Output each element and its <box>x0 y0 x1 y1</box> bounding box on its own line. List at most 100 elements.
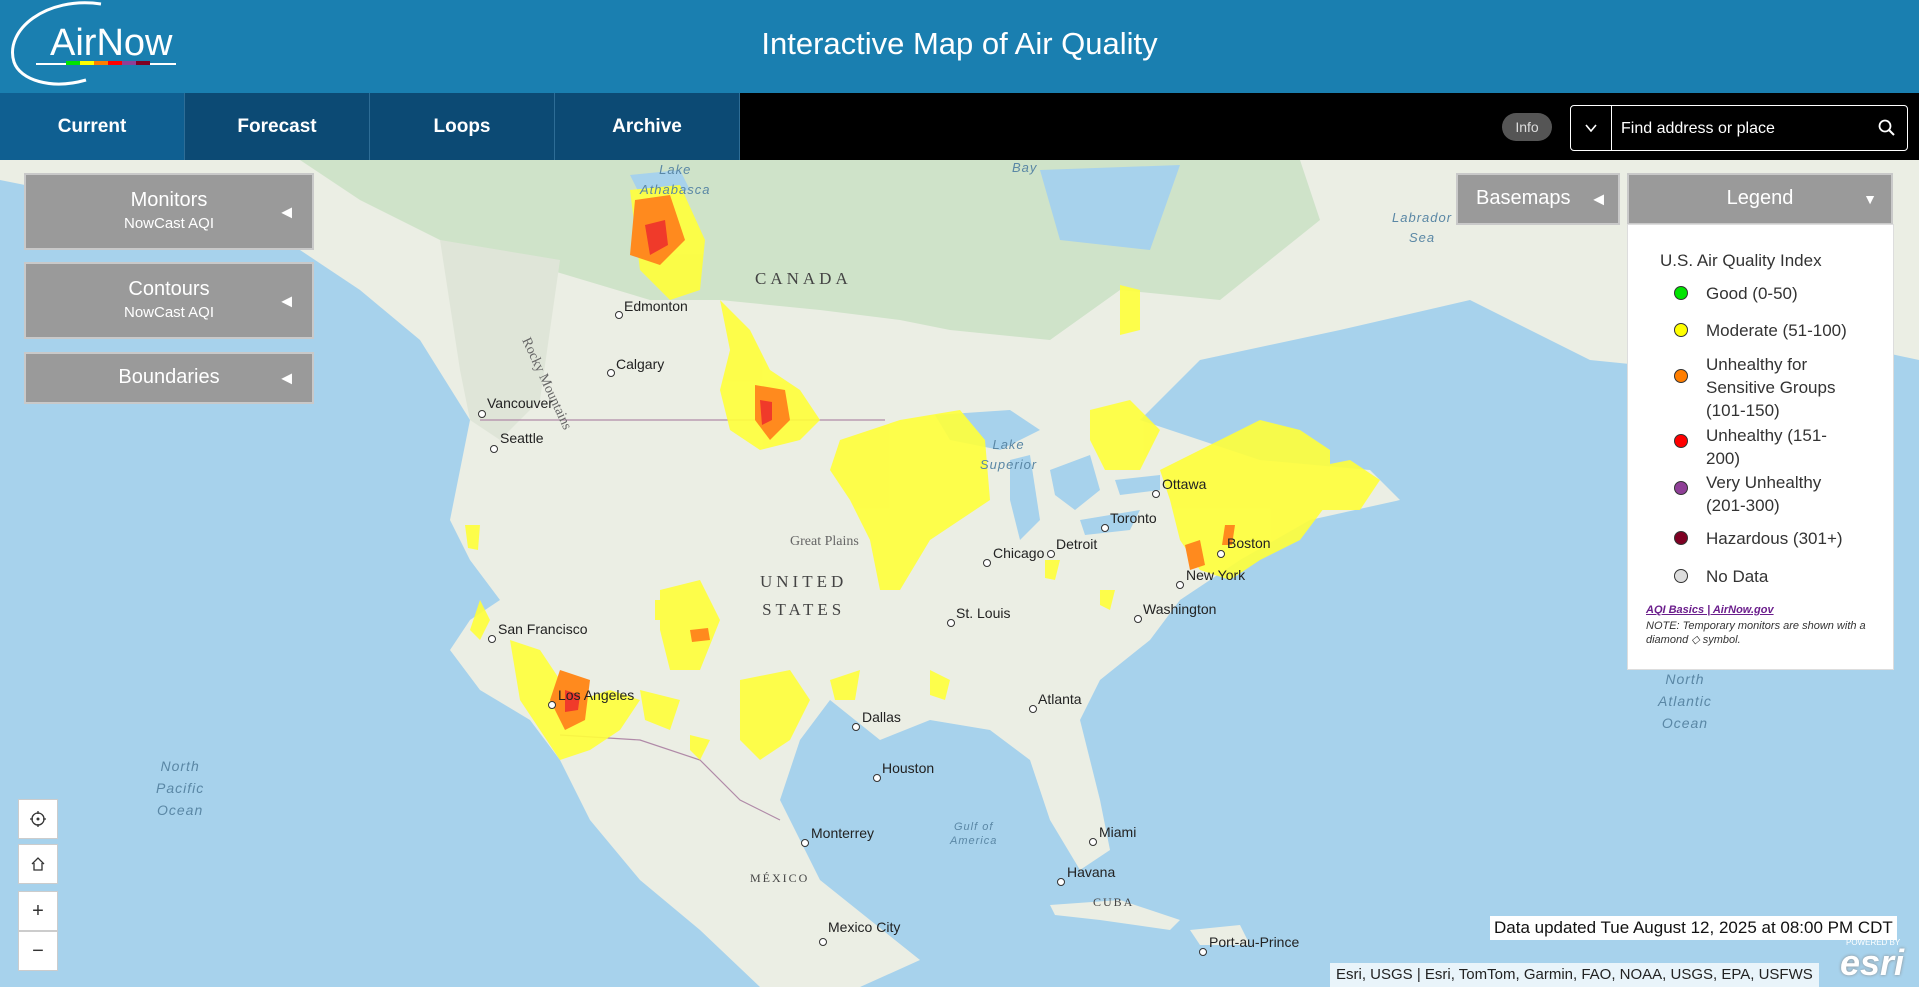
zoom-in-button[interactable]: + <box>18 891 58 931</box>
monitors-subtitle: NowCast AQI <box>123 215 215 232</box>
legend-label: No Data <box>1706 567 1769 586</box>
city-dot <box>1089 838 1097 846</box>
legend-swatch <box>1674 481 1688 495</box>
chevron-down-icon <box>1585 124 1597 132</box>
search-box <box>1570 105 1908 152</box>
search-source-dropdown[interactable] <box>1571 106 1612 150</box>
tab-archive[interactable]: Archive <box>555 93 740 160</box>
city-label-st-louis: St. Louis <box>956 605 1011 621</box>
city-label-chicago: Chicago <box>993 545 1045 561</box>
city-dot <box>801 839 809 847</box>
city-dot <box>1057 878 1065 886</box>
city-dot <box>1217 550 1225 558</box>
legend-label: Good (0-50) <box>1706 284 1798 303</box>
city-label-vancouver: Vancouver <box>487 395 553 411</box>
legend-heading: U.S. Air Quality Index <box>1660 251 1822 270</box>
legend-item-good: Good (0-50) <box>1674 282 1866 305</box>
monitors-title: Monitors <box>130 189 208 211</box>
tab-loops[interactable]: Loops <box>370 93 555 160</box>
city-dot <box>873 774 881 782</box>
esri-logo[interactable]: POWERED BY esri <box>1836 938 1916 986</box>
label-labrador-sea: Labrador Sea <box>1392 210 1453 245</box>
caret-left-icon: ◀ <box>1593 190 1604 207</box>
search-input[interactable] <box>1619 106 1863 152</box>
city-label-dallas: Dallas <box>862 709 901 725</box>
city-label-monterrey: Monterrey <box>811 825 875 841</box>
city-dot <box>819 938 827 946</box>
city-dot <box>1047 550 1055 558</box>
city-label-port-au-prince: Port-au-Prince <box>1209 934 1300 950</box>
boundaries-title: Boundaries <box>118 366 220 388</box>
city-dot <box>607 369 615 377</box>
home-icon <box>31 857 45 871</box>
aqi-basics-link[interactable]: AQI Basics | AirNow.gov <box>1646 604 1774 616</box>
home-button[interactable] <box>18 844 58 884</box>
zoom-out-button[interactable]: − <box>18 931 58 971</box>
boundaries-panel-button[interactable]: Boundaries ◀ <box>24 352 314 404</box>
data-updated-text: Data updated Tue August 12, 2025 at 08:0… <box>1490 916 1897 940</box>
city-dot <box>1101 524 1109 532</box>
city-label-washington: Washington <box>1143 601 1217 617</box>
label-cuba: CUBA <box>1093 895 1135 909</box>
legend-note: NOTE: Temporary monitors are shown with … <box>1646 620 1866 646</box>
city-label-seattle: Seattle <box>500 430 544 446</box>
esri-wordmark: esri <box>1840 942 1905 983</box>
city-label-san-francisco: San Francisco <box>498 621 588 637</box>
city-dot <box>488 635 496 643</box>
city-dot <box>983 559 991 567</box>
legend-swatch <box>1674 531 1688 545</box>
city-dot <box>1134 615 1142 623</box>
label-north-atlantic-ocean: North Atlantic Ocean <box>1658 671 1712 731</box>
basemaps-panel-button[interactable]: Basemaps ◀ <box>1456 173 1620 225</box>
caret-left-icon: ◀ <box>281 292 292 308</box>
legend-item-very-unhealthy: Very Unhealthy (201-300) <box>1674 471 1856 517</box>
legend-swatch <box>1674 323 1688 337</box>
city-dot <box>490 445 498 453</box>
tab-current[interactable]: Current <box>0 93 185 160</box>
contours-title: Contours <box>128 278 210 300</box>
legend-panel-button[interactable]: Legend ▼ <box>1627 173 1893 225</box>
city-label-toronto: Toronto <box>1110 510 1157 526</box>
caret-left-icon: ◀ <box>281 203 292 219</box>
city-label-mexico-city: Mexico City <box>828 919 901 935</box>
tab-forecast[interactable]: Forecast <box>185 93 370 160</box>
city-label-miami: Miami <box>1099 824 1137 840</box>
locate-button[interactable] <box>18 799 58 839</box>
legend-label: Unhealthy for Sensitive Groups (101-150) <box>1706 355 1836 420</box>
legend-item-no-data: No Data <box>1674 565 1866 588</box>
legend-swatch <box>1674 286 1688 300</box>
city-dot <box>615 311 623 319</box>
city-label-atlanta: Atlanta <box>1038 691 1082 707</box>
city-label-los-angeles: Los Angeles <box>558 687 635 703</box>
monitors-panel-button[interactable]: Monitors NowCast AQI ◀ <box>24 173 314 250</box>
label-gulf-of-america: Gulf of America <box>950 821 998 847</box>
info-button[interactable]: Info <box>1502 113 1552 141</box>
city-dot <box>548 701 556 709</box>
label-lake-superior: Lake Superior <box>980 437 1038 472</box>
header-bar: AirNow Interactive Map of Air Quality <box>0 0 1919 93</box>
plus-icon: + <box>32 899 44 922</box>
crosshair-icon <box>30 811 46 827</box>
city-dot <box>1152 490 1160 498</box>
city-label-boston: Boston <box>1227 535 1271 551</box>
legend-label: Moderate (51-100) <box>1706 321 1847 340</box>
label-united-states: UNITED STATES <box>760 572 848 619</box>
search-icon[interactable] <box>1877 118 1897 138</box>
legend-item-usg: Unhealthy for Sensitive Groups (101-150) <box>1674 353 1856 422</box>
legend-swatch <box>1674 369 1688 383</box>
label-lake-athabasca: Lake Athabasca <box>640 162 711 197</box>
label-canada: CANADA <box>755 269 852 288</box>
city-label-detroit: Detroit <box>1056 536 1098 552</box>
contours-subtitle: NowCast AQI <box>123 304 215 321</box>
contours-panel-button[interactable]: Contours NowCast AQI ◀ <box>24 262 314 339</box>
city-dot <box>1199 948 1207 956</box>
legend-item-hazardous: Hazardous (301+) <box>1674 527 1866 550</box>
legend-swatch <box>1674 569 1688 583</box>
legend-label: Unhealthy (151-200) <box>1706 426 1827 468</box>
city-dot <box>852 723 860 731</box>
city-label-new-york: New York <box>1186 567 1246 583</box>
label-north-pacific-ocean: North Pacific Ocean <box>156 758 205 818</box>
label-great-plains: Great Plains <box>790 534 859 549</box>
legend-item-unhealthy: Unhealthy (151-200) <box>1674 424 1856 470</box>
legend-panel-title: Legend <box>1726 187 1794 209</box>
